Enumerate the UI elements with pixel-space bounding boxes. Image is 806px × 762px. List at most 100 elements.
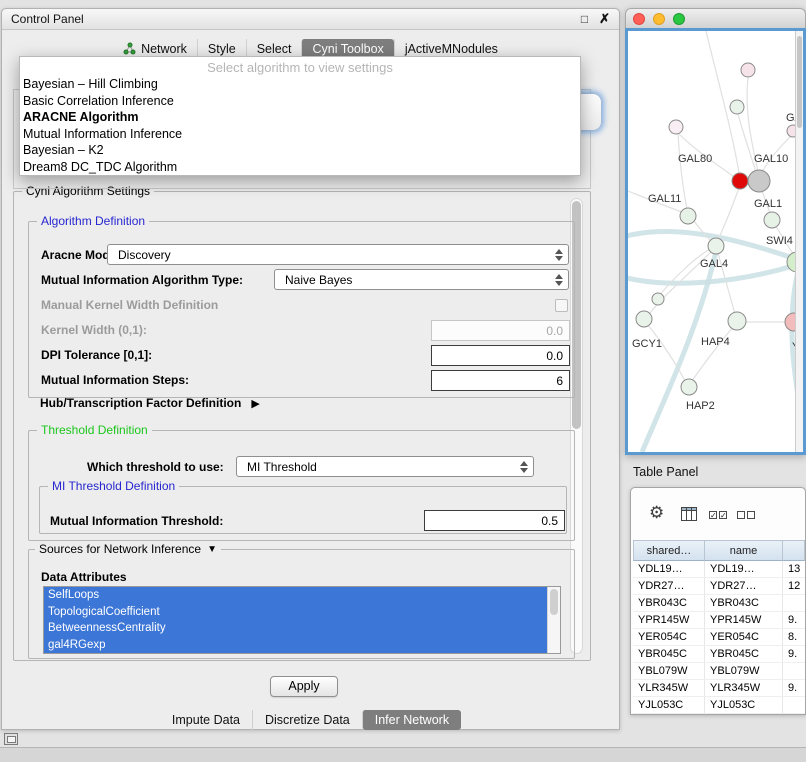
aracne-mode-select[interactable]: Discovery	[107, 244, 569, 265]
cell: YBR043C	[633, 595, 705, 611]
algorithm-option-selected[interactable]: ARACNE Algorithm	[20, 109, 580, 126]
list-item-selected[interactable]: SelfLoops	[44, 587, 547, 604]
algorithm-option[interactable]: Bayesian – K2	[20, 142, 580, 159]
table-row[interactable]: YPR145W YPR145W 9.	[633, 612, 805, 629]
checked-box-icon: ✓	[709, 511, 717, 519]
kernel-width-field[interactable]: 0.0	[431, 320, 570, 341]
cell: 13	[783, 561, 805, 577]
float-window-icon[interactable]: □	[581, 12, 588, 26]
selected-value: MI Threshold	[247, 460, 317, 474]
close-icon[interactable]: ✗	[599, 11, 610, 27]
field-value: 0.0	[546, 349, 563, 363]
mi-threshold-field[interactable]: 0.5	[424, 510, 565, 531]
application-window: Control Panel □ ✗ Network Style Select C…	[0, 0, 806, 762]
field-value: 6	[556, 374, 563, 388]
label-gal1: GAL1	[754, 198, 782, 210]
table-row[interactable]: YBR045C YBR045C 9.	[633, 646, 805, 663]
close-traffic-light[interactable]	[633, 13, 645, 25]
cell: YBR043C	[705, 595, 783, 611]
list-item-selected[interactable]: gal4RGexp	[44, 637, 547, 654]
network-canvas[interactable]: GAL80 GAL10 GAL GAL11 GAL1 SWI4 GAL4 GCY…	[628, 31, 803, 452]
dropdown-hint: Select algorithm to view settings	[20, 59, 580, 76]
columns-icon[interactable]	[681, 507, 697, 521]
table-row[interactable]: YJL053C YJL053C	[633, 697, 805, 714]
node-unlabeled[interactable]	[741, 63, 755, 77]
network-scrollbar[interactable]	[795, 31, 803, 452]
cell: YDR27…	[705, 578, 783, 594]
node-gal1[interactable]	[764, 212, 780, 228]
network-view-window: GAL80 GAL10 GAL GAL11 GAL1 SWI4 GAL4 GCY…	[625, 8, 806, 455]
clear-selection-icon[interactable]	[737, 511, 755, 519]
network-window-titlebar[interactable]	[625, 8, 806, 28]
label-gal4: GAL4	[700, 258, 728, 270]
cell: YDL19…	[705, 561, 783, 577]
which-threshold-select[interactable]: MI Threshold	[236, 456, 534, 477]
algorithm-option[interactable]: Bayesian – Hill Climbing	[20, 76, 580, 93]
cell: YLR345W	[633, 680, 705, 696]
manual-kernel-width-checkbox[interactable]	[555, 299, 568, 312]
collapse-arrow-icon[interactable]: ▼	[207, 544, 217, 555]
table-row[interactable]: YER054C YER054C 8.	[633, 629, 805, 646]
zoom-traffic-light[interactable]	[673, 13, 685, 25]
threshold-definition-title: Threshold Definition	[37, 423, 152, 437]
node-unlabeled[interactable]	[669, 120, 683, 134]
algorithm-option[interactable]: Basic Correlation Inference	[20, 93, 580, 110]
select-all-icon[interactable]: ✓ ✓	[709, 511, 727, 519]
combo-arrows-icon	[520, 461, 528, 473]
data-attributes-label: Data Attributes	[41, 570, 127, 584]
table-row[interactable]: YBL079W YBL079W	[633, 663, 805, 680]
bottom-tab-bar: Impute Data Discretize Data Infer Networ…	[2, 708, 619, 731]
table-row[interactable]: YLR345W YLR345W 9.	[633, 680, 805, 697]
label-hap4: HAP4	[701, 336, 730, 348]
table-row[interactable]: YBR043C YBR043C	[633, 595, 805, 612]
restore-panel-icon[interactable]	[4, 733, 18, 745]
column-header-shared-name[interactable]: shared…	[633, 540, 705, 561]
dpi-tolerance-field[interactable]: 0.0	[431, 345, 570, 366]
cell: YBL079W	[705, 663, 783, 679]
control-panel-titlebar[interactable]: Control Panel □ ✗	[2, 9, 619, 30]
sources-header[interactable]: Sources for Network Inference ▼	[35, 542, 221, 556]
tab-discretize-data[interactable]: Discretize Data	[252, 710, 362, 730]
list-item-selected[interactable]: TopologicalCoefficient	[44, 604, 547, 621]
column-header-clipped[interactable]	[783, 540, 805, 561]
combo-arrows-icon	[555, 274, 563, 286]
cell: YBR045C	[633, 646, 705, 662]
apply-button[interactable]: Apply	[270, 676, 338, 697]
node-unlabeled[interactable]	[652, 293, 664, 305]
scrollbar-thumb[interactable]	[550, 589, 558, 615]
expand-arrow-icon[interactable]: ▶	[251, 397, 259, 410]
field-value: 0.0	[546, 324, 563, 338]
algorithm-option[interactable]: Dream8 DC_TDC Algorithm	[20, 159, 580, 176]
cell: YDR27…	[633, 578, 705, 594]
node-hap4[interactable]	[728, 312, 746, 330]
sources-group: Sources for Network Inference ▼ Data Att…	[28, 549, 575, 659]
cell: YBR045C	[705, 646, 783, 662]
table-row[interactable]: YDR27… YDR27… 12	[633, 578, 805, 595]
tab-impute-data[interactable]: Impute Data	[160, 710, 252, 730]
node-unlabeled[interactable]	[730, 100, 744, 114]
table-row[interactable]: YDL19… YDL19… 13	[633, 561, 805, 578]
mi-steps-field[interactable]: 6	[431, 370, 570, 391]
hub-tf-definition-section[interactable]: Hub/Transcription Factor Definition ▶	[40, 396, 260, 410]
scrollbar-thumb[interactable]	[797, 36, 802, 128]
node-gal4[interactable]	[708, 238, 724, 254]
list-item-selected[interactable]: BetweennessCentrality	[44, 620, 547, 637]
list-scrollbar[interactable]	[547, 587, 560, 653]
selected-value: Discovery	[118, 248, 171, 262]
mi-algorithm-type-select[interactable]: Naive Bayes	[274, 269, 569, 290]
node-gal10[interactable]	[748, 170, 770, 192]
gear-icon[interactable]: ⚙	[649, 504, 664, 521]
node-hap2[interactable]	[681, 379, 697, 395]
label-gal10: GAL10	[754, 153, 788, 165]
node-red-highlight[interactable]	[732, 173, 748, 189]
cell: YDL19…	[633, 561, 705, 577]
data-attributes-list[interactable]: SelfLoops TopologicalCoefficient Between…	[43, 586, 561, 654]
label-gcy1: GCY1	[632, 338, 662, 350]
algorithm-option[interactable]: Mutual Information Inference	[20, 126, 580, 143]
node-gal11[interactable]	[680, 208, 696, 224]
tab-infer-network[interactable]: Infer Network	[362, 710, 461, 730]
minimize-traffic-light[interactable]	[653, 13, 665, 25]
column-header-name[interactable]: name	[705, 540, 783, 561]
node-gcy1[interactable]	[636, 311, 652, 327]
cell	[783, 663, 805, 679]
